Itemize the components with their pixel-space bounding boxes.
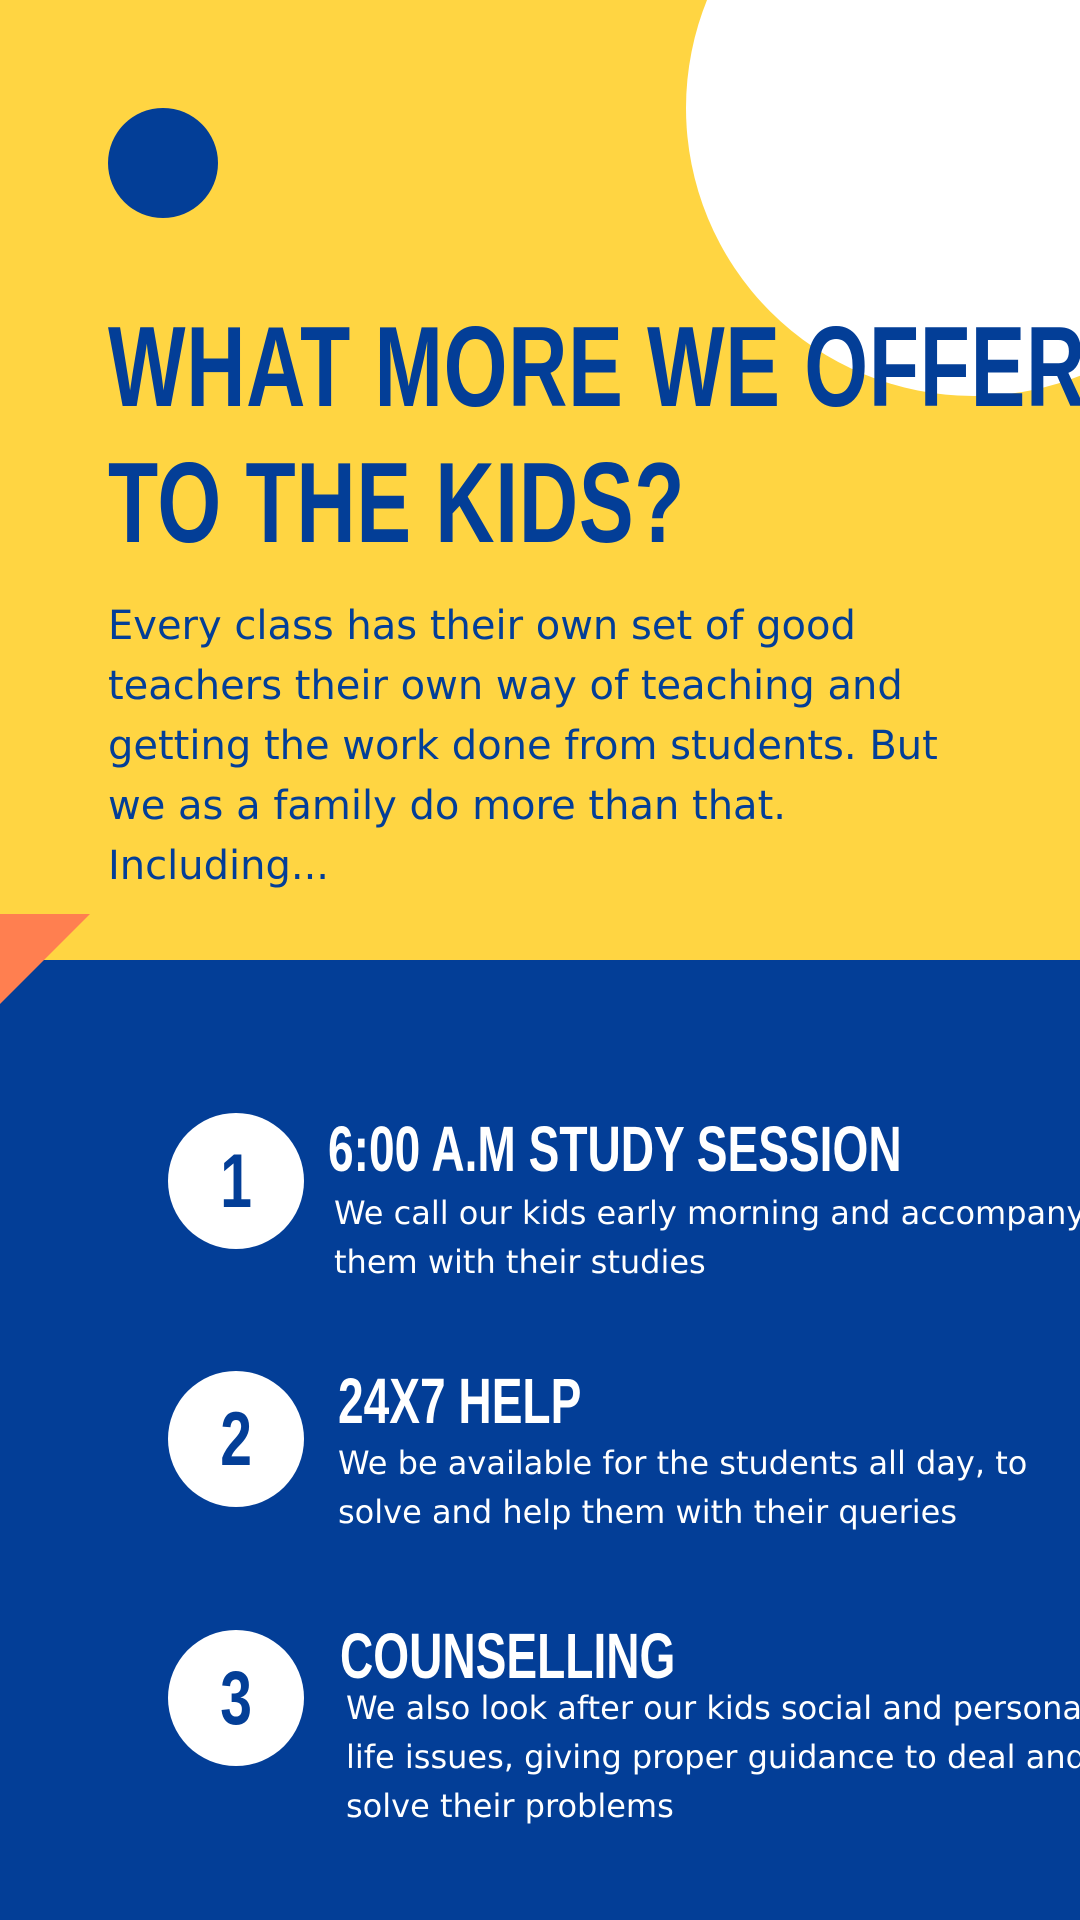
top-section: WHAT MORE WE OFFER TO THE KIDS? Every cl… — [0, 0, 1080, 960]
orange-triangle-decoration — [0, 914, 90, 1004]
offer-description-1: We call our kids early morning and accom… — [334, 1194, 1080, 1281]
number-badge-2: 2 — [168, 1371, 304, 1507]
offer-title-2: 24X7 HELP — [338, 1365, 582, 1437]
headline-line-2: TO THE KIDS? — [108, 440, 686, 567]
number-2: 2 — [220, 1396, 252, 1482]
intro-text: Every class has their own set of good te… — [108, 603, 938, 889]
headline-line-1: WHAT MORE WE OFFER — [108, 304, 1080, 431]
number-badge-3: 3 — [168, 1630, 304, 1766]
offers-section: 1 6:00 A.M STUDY SESSION We call our kid… — [0, 960, 1080, 1920]
offer-title-3: COUNSELLING — [340, 1620, 676, 1692]
offer-description-3: We also look after our kids social and p… — [346, 1689, 1080, 1825]
offer-description-2: We be available for the students all day… — [338, 1444, 1028, 1531]
number-badge-1: 1 — [168, 1113, 304, 1249]
number-1: 1 — [220, 1138, 252, 1224]
number-3: 3 — [220, 1655, 252, 1741]
blue-dot-decoration — [108, 108, 218, 218]
headline: WHAT MORE WE OFFER TO THE KIDS? — [108, 300, 1080, 572]
offer-title-1: 6:00 A.M STUDY SESSION — [328, 1113, 902, 1185]
